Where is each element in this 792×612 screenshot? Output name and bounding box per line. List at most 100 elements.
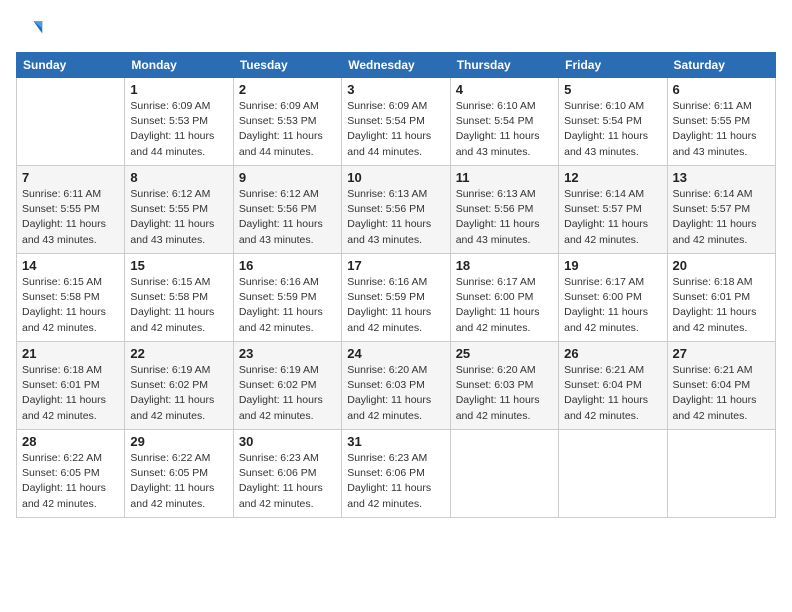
calendar-cell <box>450 430 558 518</box>
day-number: 8 <box>130 170 227 185</box>
day-number: 21 <box>22 346 119 361</box>
day-info: Sunrise: 6:12 AMSunset: 5:56 PMDaylight:… <box>239 187 336 248</box>
day-info: Sunrise: 6:22 AMSunset: 6:05 PMDaylight:… <box>22 451 119 512</box>
day-info: Sunrise: 6:19 AMSunset: 6:02 PMDaylight:… <box>130 363 227 424</box>
col-header-saturday: Saturday <box>667 53 775 78</box>
day-info: Sunrise: 6:18 AMSunset: 6:01 PMDaylight:… <box>673 275 770 336</box>
col-header-wednesday: Wednesday <box>342 53 450 78</box>
day-info: Sunrise: 6:09 AMSunset: 5:53 PMDaylight:… <box>239 99 336 160</box>
day-number: 31 <box>347 434 444 449</box>
day-info: Sunrise: 6:09 AMSunset: 5:54 PMDaylight:… <box>347 99 444 160</box>
day-info: Sunrise: 6:13 AMSunset: 5:56 PMDaylight:… <box>347 187 444 248</box>
day-info: Sunrise: 6:19 AMSunset: 6:02 PMDaylight:… <box>239 363 336 424</box>
day-number: 25 <box>456 346 553 361</box>
calendar-cell: 14Sunrise: 6:15 AMSunset: 5:58 PMDayligh… <box>17 254 125 342</box>
day-info: Sunrise: 6:17 AMSunset: 6:00 PMDaylight:… <box>456 275 553 336</box>
day-info: Sunrise: 6:10 AMSunset: 5:54 PMDaylight:… <box>456 99 553 160</box>
calendar-cell: 26Sunrise: 6:21 AMSunset: 6:04 PMDayligh… <box>559 342 667 430</box>
day-info: Sunrise: 6:11 AMSunset: 5:55 PMDaylight:… <box>673 99 770 160</box>
day-number: 13 <box>673 170 770 185</box>
day-number: 10 <box>347 170 444 185</box>
calendar-cell: 25 Sunrise: 6:20 AMSunset: 6:03 PMDayligh… <box>450 342 558 430</box>
day-number: 11 <box>456 170 553 185</box>
logo-icon <box>16 16 44 44</box>
calendar-cell: 21 Sunrise: 6:18 AMSunset: 6:01 PMDayligh… <box>17 342 125 430</box>
calendar-cell: 4 Sunrise: 6:10 AMSunset: 5:54 PMDaylight… <box>450 78 558 166</box>
day-number: 22 <box>130 346 227 361</box>
day-number: 16 <box>239 258 336 273</box>
day-info: Sunrise: 6:16 AMSunset: 5:59 PMDaylight:… <box>347 275 444 336</box>
page-header <box>16 16 776 44</box>
calendar-week-row: 14Sunrise: 6:15 AMSunset: 5:58 PMDayligh… <box>17 254 776 342</box>
day-number: 30 <box>239 434 336 449</box>
calendar-week-row: 21 Sunrise: 6:18 AMSunset: 6:01 PMDayligh… <box>17 342 776 430</box>
calendar-cell: 1Sunrise: 6:09 AMSunset: 5:53 PMDaylight… <box>125 78 233 166</box>
day-info: Sunrise: 6:16 AMSunset: 5:59 PMDaylight:… <box>239 275 336 336</box>
calendar-cell: 6 Sunrise: 6:11 AMSunset: 5:55 PMDaylight… <box>667 78 775 166</box>
calendar-cell: 28 Sunrise: 6:22 AMSunset: 6:05 PMDayligh… <box>17 430 125 518</box>
day-number: 24 <box>347 346 444 361</box>
calendar-cell: 9 Sunrise: 6:12 AMSunset: 5:56 PMDaylight… <box>233 166 341 254</box>
calendar-cell: 20 Sunrise: 6:18 AMSunset: 6:01 PMDayligh… <box>667 254 775 342</box>
day-number: 7 <box>22 170 119 185</box>
day-number: 5 <box>564 82 661 97</box>
calendar-cell: 23 Sunrise: 6:19 AMSunset: 6:02 PMDayligh… <box>233 342 341 430</box>
logo <box>16 16 48 44</box>
calendar-cell: 10 Sunrise: 6:13 AMSunset: 5:56 PMDayligh… <box>342 166 450 254</box>
calendar-cell: 13Sunrise: 6:14 AMSunset: 5:57 PMDayligh… <box>667 166 775 254</box>
calendar-cell: 5Sunrise: 6:10 AMSunset: 5:54 PMDaylight… <box>559 78 667 166</box>
day-info: Sunrise: 6:11 AMSunset: 5:55 PMDaylight:… <box>22 187 119 248</box>
calendar-cell: 8 Sunrise: 6:12 AMSunset: 5:55 PMDaylight… <box>125 166 233 254</box>
day-info: Sunrise: 6:15 AMSunset: 5:58 PMDaylight:… <box>22 275 119 336</box>
day-info: Sunrise: 6:22 AMSunset: 6:05 PMDaylight:… <box>130 451 227 512</box>
day-number: 6 <box>673 82 770 97</box>
calendar-week-row: 7 Sunrise: 6:11 AMSunset: 5:55 PMDaylight… <box>17 166 776 254</box>
day-number: 23 <box>239 346 336 361</box>
day-number: 9 <box>239 170 336 185</box>
calendar-cell: 24 Sunrise: 6:20 AMSunset: 6:03 PMDayligh… <box>342 342 450 430</box>
day-info: Sunrise: 6:14 AMSunset: 5:57 PMDaylight:… <box>564 187 661 248</box>
calendar-cell: 19Sunrise: 6:17 AMSunset: 6:00 PMDayligh… <box>559 254 667 342</box>
calendar-cell: 22 Sunrise: 6:19 AMSunset: 6:02 PMDayligh… <box>125 342 233 430</box>
day-number: 18 <box>456 258 553 273</box>
calendar-cell <box>667 430 775 518</box>
calendar-cell: 27 Sunrise: 6:21 AMSunset: 6:04 PMDayligh… <box>667 342 775 430</box>
day-info: Sunrise: 6:20 AMSunset: 6:03 PMDaylight:… <box>347 363 444 424</box>
day-number: 4 <box>456 82 553 97</box>
col-header-tuesday: Tuesday <box>233 53 341 78</box>
calendar-cell: 30 Sunrise: 6:23 AMSunset: 6:06 PMDayligh… <box>233 430 341 518</box>
day-number: 12 <box>564 170 661 185</box>
calendar-cell: 31 Sunrise: 6:23 AMSunset: 6:06 PMDayligh… <box>342 430 450 518</box>
calendar-cell: 16 Sunrise: 6:16 AMSunset: 5:59 PMDayligh… <box>233 254 341 342</box>
calendar-cell <box>559 430 667 518</box>
day-number: 28 <box>22 434 119 449</box>
day-info: Sunrise: 6:15 AMSunset: 5:58 PMDaylight:… <box>130 275 227 336</box>
calendar-cell: 15 Sunrise: 6:15 AMSunset: 5:58 PMDayligh… <box>125 254 233 342</box>
day-info: Sunrise: 6:23 AMSunset: 6:06 PMDaylight:… <box>347 451 444 512</box>
col-header-thursday: Thursday <box>450 53 558 78</box>
col-header-friday: Friday <box>559 53 667 78</box>
day-number: 20 <box>673 258 770 273</box>
day-info: Sunrise: 6:20 AMSunset: 6:03 PMDaylight:… <box>456 363 553 424</box>
day-info: Sunrise: 6:23 AMSunset: 6:06 PMDaylight:… <box>239 451 336 512</box>
calendar-cell: 29 Sunrise: 6:22 AMSunset: 6:05 PMDayligh… <box>125 430 233 518</box>
day-number: 3 <box>347 82 444 97</box>
col-header-sunday: Sunday <box>17 53 125 78</box>
day-info: Sunrise: 6:21 AMSunset: 6:04 PMDaylight:… <box>673 363 770 424</box>
calendar-cell <box>17 78 125 166</box>
day-number: 1 <box>130 82 227 97</box>
calendar-cell: 18 Sunrise: 6:17 AMSunset: 6:00 PMDayligh… <box>450 254 558 342</box>
calendar-cell: 11Sunrise: 6:13 AMSunset: 5:56 PMDayligh… <box>450 166 558 254</box>
calendar-week-row: 28 Sunrise: 6:22 AMSunset: 6:05 PMDayligh… <box>17 430 776 518</box>
day-info: Sunrise: 6:18 AMSunset: 6:01 PMDaylight:… <box>22 363 119 424</box>
day-info: Sunrise: 6:12 AMSunset: 5:55 PMDaylight:… <box>130 187 227 248</box>
calendar-cell: 12 Sunrise: 6:14 AMSunset: 5:57 PMDayligh… <box>559 166 667 254</box>
day-number: 2 <box>239 82 336 97</box>
day-number: 19 <box>564 258 661 273</box>
day-number: 15 <box>130 258 227 273</box>
day-number: 27 <box>673 346 770 361</box>
calendar-cell: 17Sunrise: 6:16 AMSunset: 5:59 PMDayligh… <box>342 254 450 342</box>
day-number: 29 <box>130 434 227 449</box>
day-number: 26 <box>564 346 661 361</box>
col-header-monday: Monday <box>125 53 233 78</box>
